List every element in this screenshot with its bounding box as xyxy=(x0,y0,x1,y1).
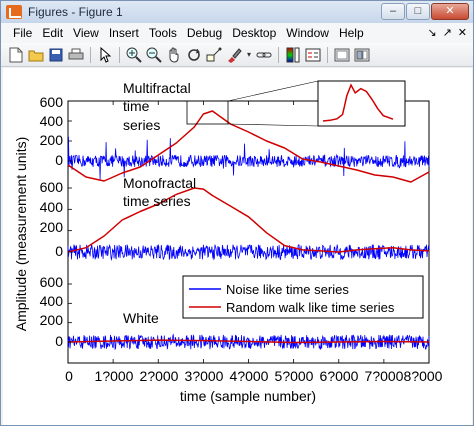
menu-view[interactable]: View xyxy=(68,26,104,40)
print-icon[interactable] xyxy=(67,46,85,64)
annotation-series: series xyxy=(123,117,160,133)
y-tick-label: 400 xyxy=(40,293,64,309)
legend-random-walk-label: Random walk like time series xyxy=(226,300,395,315)
x-tick-label: 5?000 xyxy=(275,368,314,384)
dock-icon[interactable]: ↗ xyxy=(443,26,452,39)
menu-insert[interactable]: Insert xyxy=(104,26,144,40)
y-tick-label: 600 xyxy=(40,274,64,290)
open-icon[interactable] xyxy=(27,46,45,64)
title-bar: Figures - Figure 1 – □ ✕ xyxy=(1,1,473,23)
x-tick-label: 2?000 xyxy=(140,368,179,384)
undock-icon[interactable]: ↘ xyxy=(427,26,436,39)
docking-controls: ↘ ↗ ✕ xyxy=(427,26,467,39)
pan-icon[interactable] xyxy=(165,46,183,64)
new-figure-icon[interactable] xyxy=(7,46,25,64)
minimize-button[interactable]: – xyxy=(381,3,405,20)
menu-help[interactable]: Help xyxy=(334,26,369,40)
menu-bar: File Edit View Insert Tools Debug Deskto… xyxy=(1,23,473,43)
y-tick-label: 400 xyxy=(40,199,64,215)
close-figure-icon[interactable]: ✕ xyxy=(458,26,467,39)
zoom-out-icon[interactable] xyxy=(145,46,163,64)
y-tick-label: 200 xyxy=(40,219,64,235)
x-tick-label: 3?000 xyxy=(185,368,224,384)
y-tick-label: 600 xyxy=(40,94,64,110)
legend-noise-label: Noise like time series xyxy=(226,282,349,297)
toolbar-separator xyxy=(327,46,328,63)
plot-area: 600 400 200 0 600 400 200 0 600 400 200 … xyxy=(13,80,443,404)
colorbar-icon[interactable] xyxy=(284,46,302,64)
x-tick-label: 8?000 xyxy=(404,368,443,384)
maximize-button[interactable]: □ xyxy=(406,3,430,20)
y-axis-label: Amplitude (measurement units) xyxy=(13,137,29,332)
menu-edit[interactable]: Edit xyxy=(37,26,68,40)
brush-dropdown-icon[interactable]: ▾ xyxy=(245,50,253,59)
y-tick-label: 0 xyxy=(55,243,63,259)
data-cursor-icon[interactable] xyxy=(205,46,223,64)
figure-window: Figures - Figure 1 – □ ✕ File Edit View … xyxy=(0,0,474,426)
menu-tools[interactable]: Tools xyxy=(144,26,182,40)
show-plot-tools-icon[interactable] xyxy=(353,46,371,64)
y-tick-label: 600 xyxy=(40,179,64,195)
zoom-connector-line xyxy=(227,80,319,102)
close-button[interactable]: ✕ xyxy=(431,3,469,20)
toolbar-separator xyxy=(119,46,120,63)
menu-debug[interactable]: Debug xyxy=(182,26,227,40)
annotation-white: White xyxy=(123,310,159,326)
window-controls: – □ ✕ xyxy=(381,3,469,20)
legend-icon[interactable] xyxy=(304,46,322,64)
y-tick-label: 200 xyxy=(40,132,64,148)
window-title: Figures - Figure 1 xyxy=(28,5,123,19)
matlab-icon xyxy=(6,5,22,19)
x-tick-label: 4?000 xyxy=(230,368,269,384)
x-tick-label: 7?000 xyxy=(365,368,404,384)
menu-desktop[interactable]: Desktop xyxy=(227,26,281,40)
annotation-multifractal: Multifractal xyxy=(123,80,191,96)
brush-icon[interactable] xyxy=(225,46,243,64)
figure-toolbar: ▾ xyxy=(1,43,473,67)
y-tick-label: 200 xyxy=(40,312,64,328)
annotation-time-series: time series xyxy=(123,193,191,209)
pointer-icon[interactable] xyxy=(96,46,114,64)
link-icon[interactable] xyxy=(255,46,273,64)
toolbar-separator xyxy=(278,46,279,63)
rotate-icon[interactable] xyxy=(185,46,203,64)
x-tick-label: 1?000 xyxy=(95,368,134,384)
y-tick-label: 0 xyxy=(55,333,63,349)
x-tick-label: 0 xyxy=(65,368,73,384)
zoom-in-icon[interactable] xyxy=(125,46,143,64)
x-axis-label: time (sample number) xyxy=(180,388,316,404)
toolbar-separator xyxy=(90,46,91,63)
menu-file[interactable]: File xyxy=(1,26,37,40)
figure-canvas: 600 400 200 0 600 400 200 0 600 400 200 … xyxy=(3,68,472,425)
y-tick-label: 0 xyxy=(55,152,63,168)
save-icon[interactable] xyxy=(47,46,65,64)
x-tick-label: 6?000 xyxy=(320,368,359,384)
hide-plot-tools-icon[interactable] xyxy=(333,46,351,64)
annotation-time: time xyxy=(123,98,150,114)
menu-window[interactable]: Window xyxy=(281,26,334,40)
y-tick-label: 400 xyxy=(40,113,64,129)
annotation-monofractal: Monofractal xyxy=(123,175,196,191)
